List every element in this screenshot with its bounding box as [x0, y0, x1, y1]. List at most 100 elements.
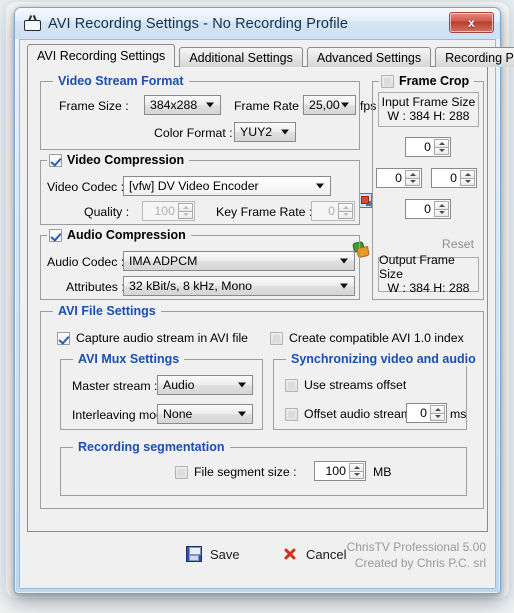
key-frame-rate-label: Key Frame Rate :: [216, 205, 313, 219]
color-format-combo[interactable]: YUY2: [234, 122, 296, 142]
offset-audio-stream-label: Offset audio stream :: [304, 407, 418, 421]
spinner-buttons[interactable]: [405, 170, 420, 186]
spinner-down-icon: [178, 210, 193, 219]
group-title-recording-segmentation: Recording segmentation: [73, 440, 230, 454]
product-credit: ChrisTV Professional 5.00 Created by Chr…: [347, 539, 486, 571]
spinner-down-icon: [434, 208, 449, 217]
tab-recording-profiles[interactable]: Recording Profiles: [435, 47, 514, 67]
group-video-stream-format: Video Stream Format Frame Size : 384x288…: [40, 74, 376, 150]
spinner-up-icon: [338, 203, 353, 211]
master-stream-combo[interactable]: Audio: [157, 375, 253, 395]
video-codec-combo[interactable]: [vfw] DV Video Encoder: [123, 176, 331, 196]
spinner-buttons[interactable]: [434, 139, 449, 155]
output-frame-size-panel: Output Frame Size W : 384 H: 288: [378, 253, 479, 295]
file-segment-size-label: File segment size :: [194, 465, 297, 479]
cancel-button[interactable]: Cancel: [282, 546, 346, 562]
video-codec-value: [vfw] DV Video Encoder: [129, 179, 259, 193]
chevron-down-icon: [340, 258, 348, 264]
color-format-value: YUY2: [240, 125, 273, 139]
compatible-index-checkbox[interactable]: Create compatible AVI 1.0 index: [270, 331, 464, 345]
crop-top-stepper[interactable]: 0: [405, 137, 451, 157]
quality-label: Quality :: [84, 205, 130, 219]
color-format-label: Color Format :: [154, 126, 233, 140]
key-frame-rate-value: 0: [328, 204, 335, 218]
spinner-up-icon: [430, 405, 445, 413]
frame-rate-label: Frame Rate :: [234, 99, 306, 113]
frame-size-value: 384x288: [150, 98, 198, 112]
spinner-up-icon: [349, 463, 364, 471]
frame-crop-checkbox[interactable]: Frame Crop: [379, 74, 475, 88]
checkbox-box: [57, 331, 70, 345]
spinner-buttons[interactable]: [178, 203, 193, 219]
spinner-up-icon: [434, 139, 449, 147]
file-segment-size-stepper[interactable]: 100: [314, 461, 366, 481]
file-segment-size-value: 100: [325, 464, 346, 478]
save-button[interactable]: Save: [186, 546, 240, 562]
spinner-down-icon: [430, 412, 445, 421]
spinner-down-icon: [405, 177, 420, 186]
offset-unit-label: ms: [450, 407, 467, 421]
quality-stepper[interactable]: 100: [142, 201, 195, 221]
frame-rate-combo[interactable]: 25,00: [303, 95, 356, 115]
checkbox-box: [285, 407, 298, 421]
interleaving-mode-combo[interactable]: None: [157, 404, 253, 424]
chevron-down-icon: [340, 283, 348, 289]
output-frame-size-value: W : 384 H: 288: [387, 281, 470, 295]
spinner-buttons[interactable]: [349, 463, 364, 479]
spinner-buttons[interactable]: [434, 201, 449, 217]
chevron-down-icon: [281, 129, 289, 135]
spinner-up-icon: [178, 203, 193, 211]
video-compression-checkbox[interactable]: Video Compression: [47, 153, 190, 167]
tab-bar: AVI Recording Settings Additional Settin…: [27, 44, 514, 67]
crop-left-value: 0: [395, 171, 402, 185]
checkbox-box: [49, 153, 62, 167]
product-author: Created by Chris P.C. srl: [354, 556, 486, 570]
attributes-label: Attributes :: [66, 280, 125, 294]
crop-top-value: 0: [424, 140, 431, 154]
key-frame-rate-stepper[interactable]: 0: [311, 201, 355, 221]
audio-codec-combo[interactable]: IMA ADPCM: [123, 251, 355, 271]
chevron-down-icon: [316, 183, 324, 189]
capture-audio-checkbox[interactable]: Capture audio stream in AVI file: [57, 331, 248, 345]
audio-codec-value: IMA ADPCM: [129, 254, 198, 268]
spinner-up-icon: [460, 170, 475, 178]
input-frame-size-value: W : 384 H: 288: [387, 109, 470, 123]
window-title: AVI Recording Settings - No Recording Pr…: [48, 15, 349, 32]
video-codec-label: Video Codec :: [47, 180, 125, 194]
file-segment-size-checkbox[interactable]: File segment size :: [175, 465, 297, 479]
spinner-buttons[interactable]: [338, 203, 353, 219]
offset-audio-stream-checkbox[interactable]: Offset audio stream :: [285, 407, 418, 421]
tab-additional-settings[interactable]: Additional Settings: [179, 47, 303, 67]
use-streams-offset-checkbox[interactable]: Use streams offset: [285, 378, 406, 392]
properties-icon[interactable]: [359, 193, 372, 208]
spinner-down-icon: [349, 470, 364, 479]
compatible-index-label: Create compatible AVI 1.0 index: [289, 331, 464, 345]
frame-size-combo[interactable]: 384x288: [144, 95, 221, 115]
audio-compression-checkbox[interactable]: Audio Compression: [47, 228, 191, 242]
tab-avi-recording-settings[interactable]: AVI Recording Settings: [27, 44, 176, 67]
crop-bottom-stepper[interactable]: 0: [405, 199, 451, 219]
tab-advanced-settings[interactable]: Advanced Settings: [306, 47, 432, 67]
spinner-buttons[interactable]: [460, 170, 475, 186]
crop-right-stepper[interactable]: 0: [431, 168, 477, 188]
group-title-frame-crop: Frame Crop: [399, 74, 470, 88]
avi-recording-settings-window: AVI Recording Settings - No Recording Pr…: [14, 7, 514, 594]
quality-value: 100: [154, 204, 175, 218]
group-title-audio-compression: Audio Compression: [67, 228, 186, 242]
close-icon[interactable]: x: [449, 12, 494, 33]
spinner-buttons[interactable]: [430, 405, 445, 421]
tv-icon: [24, 15, 41, 31]
spinner-down-icon: [338, 210, 353, 219]
offset-audio-stepper[interactable]: 0: [406, 403, 447, 423]
group-audio-compression: Audio Compression Audio Codec : IMA ADPC…: [40, 228, 360, 300]
attributes-combo[interactable]: 32 kBit/s, 8 kHz, Mono: [123, 276, 355, 296]
group-title-avi-mux-settings: AVI Mux Settings: [73, 352, 185, 366]
product-name: ChrisTV Professional 5.00: [346, 540, 486, 554]
chevron-down-icon: [341, 102, 349, 108]
checkbox-box: [285, 378, 298, 392]
input-frame-size-label: Input Frame Size: [381, 95, 476, 109]
tab-page-avi-recording-settings: Video Stream Format Frame Size : 384x288…: [27, 66, 488, 532]
attributes-value: 32 kBit/s, 8 kHz, Mono: [129, 279, 253, 293]
reset-button[interactable]: Reset: [442, 237, 474, 251]
crop-left-stepper[interactable]: 0: [376, 168, 422, 188]
